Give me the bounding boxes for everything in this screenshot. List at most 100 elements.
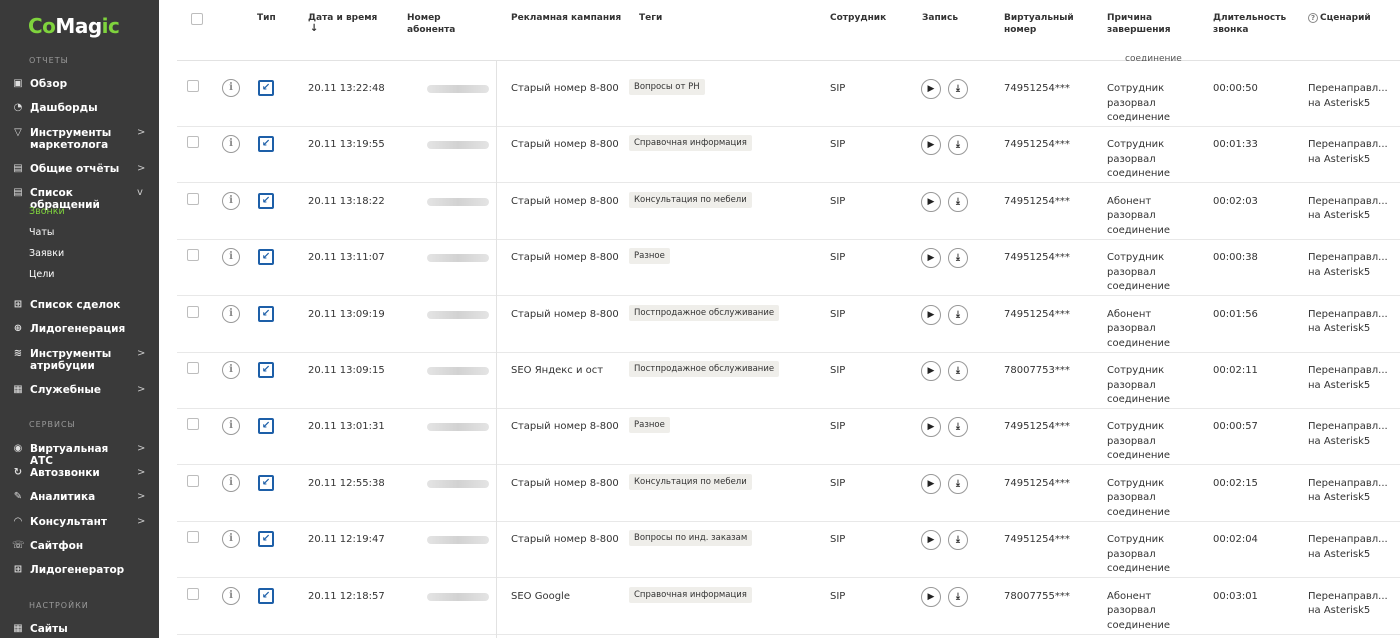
sort-desc-icon[interactable]: ↓ — [310, 23, 318, 35]
info-icon[interactable]: i — [222, 248, 240, 267]
header-reason[interactable]: Причина завершения — [1107, 12, 1187, 36]
header-campaign[interactable]: Рекламная кампания — [511, 12, 621, 24]
cell-campaign: Старый номер 8-800 — [511, 195, 619, 207]
cell-reason: Сотрудник разорвал соединение — [1107, 420, 1170, 464]
sidebar-subitem-2[interactable]: Заявки — [29, 248, 64, 259]
section-reports-label: ОТЧЕТЫ — [29, 56, 69, 65]
sidebar-subitem-0[interactable]: Звонки — [29, 206, 65, 217]
download-icon[interactable]: ⤓ — [948, 361, 968, 381]
download-icon[interactable]: ⤓ — [948, 473, 968, 494]
reason-line: разорвал — [1107, 266, 1156, 278]
sidebar-subitem-3[interactable]: Цели — [29, 269, 54, 280]
comagic-logo[interactable]: CoMagic — [28, 14, 120, 38]
dashboard-icon: ◔ — [13, 102, 23, 113]
cell-campaign: Старый номер 8-800 — [511, 252, 619, 264]
table-row[interactable]: i ↙ 20.11 13:19:55 Старый номер 8-800 Справо… — [177, 127, 1400, 184]
tag-badge[interactable]: Справочная информация — [629, 135, 752, 152]
tag-badge[interactable]: Консультация по мебели — [629, 191, 752, 208]
play-icon[interactable]: ▶ — [921, 473, 941, 494]
play-icon[interactable]: ▶ — [921, 191, 941, 212]
table-row[interactable]: i ↙ 20.11 13:11:07 Старый номер 8-800 Разное… — [177, 240, 1400, 297]
download-icon[interactable]: ⤓ — [948, 304, 968, 325]
row-checkbox[interactable] — [187, 362, 199, 374]
info-icon[interactable]: i — [222, 361, 240, 379]
download-icon[interactable]: ⤓ — [948, 135, 968, 156]
play-icon[interactable]: ▶ — [921, 79, 941, 99]
header-tags[interactable]: Теги — [639, 12, 662, 24]
cell-datetime: 20.11 13:19:55 — [308, 139, 385, 151]
reason-line: Сотрудник — [1107, 139, 1165, 151]
tag-badge[interactable]: Разное — [629, 417, 670, 434]
info-icon[interactable]: i — [222, 530, 240, 549]
cell-virtual-number: 74951254*** — [1004, 308, 1070, 320]
row-checkbox[interactable] — [187, 305, 199, 318]
cell-scenario: Перенаправл... на Asterisk5 — [1308, 364, 1400, 393]
download-icon[interactable]: ⤓ — [948, 191, 968, 212]
play-icon[interactable]: ▶ — [921, 304, 941, 325]
download-icon[interactable]: ⤓ — [948, 586, 968, 607]
tag-badge[interactable]: Постпродажное обслуживание — [629, 361, 780, 377]
tag-badge[interactable]: Справочная информация — [629, 586, 752, 603]
play-icon[interactable]: ▶ — [921, 586, 941, 607]
tag-badge[interactable]: Вопросы от РН — [629, 79, 705, 95]
table-row[interactable]: i ↙ 20.11 12:55:38 Старый номер 8-800 Консул… — [177, 466, 1400, 522]
sidebar-item-label: Сайты — [30, 623, 68, 635]
header-datetime[interactable]: Дата и время — [308, 12, 377, 24]
tag-badge[interactable]: Постпродажное обслуживание — [629, 304, 780, 321]
select-all-checkbox[interactable] — [191, 13, 203, 25]
row-checkbox[interactable] — [187, 418, 199, 431]
cell-virtual-number: 74951254*** — [1004, 195, 1070, 207]
row-checkbox[interactable] — [187, 587, 199, 600]
header-type[interactable]: Тип — [257, 12, 276, 24]
sidebar-item-label: Дашборды — [30, 102, 98, 114]
row-checkbox[interactable] — [187, 80, 199, 92]
help-icon[interactable]: ? — [1308, 13, 1318, 23]
cell-datetime: 20.11 13:01:31 — [308, 421, 385, 433]
info-icon[interactable]: i — [222, 473, 240, 492]
info-icon[interactable]: i — [222, 586, 240, 605]
row-checkbox[interactable] — [187, 136, 199, 149]
table-row[interactable]: i ↙ 20.11 13:09:19 Старый номер 8-800 Постпр… — [177, 297, 1400, 353]
table-row[interactable]: i ↙ 20.11 12:19:47 Старый номер 8-800 Вопрос… — [177, 522, 1400, 579]
table-row[interactable]: i ↙ 20.11 13:01:31 Старый номер 8-800 Разное… — [177, 409, 1400, 466]
download-icon[interactable]: ⤓ — [948, 417, 968, 438]
header-scenario[interactable]: ? Сценарий — [1308, 12, 1371, 24]
play-icon[interactable]: ▶ — [921, 135, 941, 156]
attribution-icon: ≋ — [13, 348, 23, 359]
reason-line: Сотрудник — [1107, 534, 1165, 546]
tag-badge[interactable]: Консультация по мебели — [629, 473, 752, 490]
reason-line: соединение — [1107, 224, 1171, 236]
tag-badge[interactable]: Разное — [629, 248, 670, 265]
info-icon[interactable]: i — [222, 135, 240, 154]
cell-reason: Абонент разорвал соединение — [1107, 590, 1170, 634]
info-icon[interactable]: i — [222, 304, 240, 323]
table-row[interactable]: i ↙ 20.11 13:18:22 Старый номер 8-800 Консул… — [177, 184, 1400, 240]
cell-virtual-number: 74951254*** — [1004, 421, 1070, 433]
table-row[interactable]: i ↙ 20.11 13:09:15 SEO Яндекс и ост Постпрод… — [177, 353, 1400, 409]
table-row[interactable]: i ↙ 20.11 13:22:48 Старый номер 8-800 Вопрос… — [177, 71, 1400, 127]
download-icon[interactable]: ⤓ — [948, 248, 968, 269]
info-icon[interactable]: i — [222, 191, 240, 210]
header-record[interactable]: Запись — [922, 12, 958, 24]
play-icon[interactable]: ▶ — [921, 417, 941, 438]
row-checkbox[interactable] — [187, 249, 199, 262]
header-employee[interactable]: Сотрудник — [830, 12, 886, 24]
blurred-subscriber-number — [427, 310, 489, 319]
play-icon[interactable]: ▶ — [921, 361, 941, 381]
table-row[interactable]: i ↙ 20.11 12:18:57 SEO Google Справочная инф… — [177, 579, 1400, 635]
play-icon[interactable]: ▶ — [921, 248, 941, 269]
list-icon: ▤ — [13, 187, 23, 198]
header-virtual-number[interactable]: Виртуальный номер — [1004, 12, 1084, 36]
info-icon[interactable]: i — [222, 79, 240, 97]
download-icon[interactable]: ⤓ — [948, 79, 968, 99]
info-icon[interactable]: i — [222, 417, 240, 436]
tag-badge[interactable]: Вопросы по инд. заказам — [629, 530, 753, 547]
sidebar-subitem-1[interactable]: Чаты — [29, 227, 54, 238]
row-checkbox[interactable] — [187, 192, 199, 205]
header-duration[interactable]: Длительность звонка — [1213, 12, 1293, 36]
play-icon[interactable]: ▶ — [921, 530, 941, 551]
download-icon[interactable]: ⤓ — [948, 530, 968, 551]
row-checkbox[interactable] — [187, 474, 199, 487]
row-checkbox[interactable] — [187, 531, 199, 544]
header-subscriber[interactable]: Номер абонента — [407, 12, 482, 36]
